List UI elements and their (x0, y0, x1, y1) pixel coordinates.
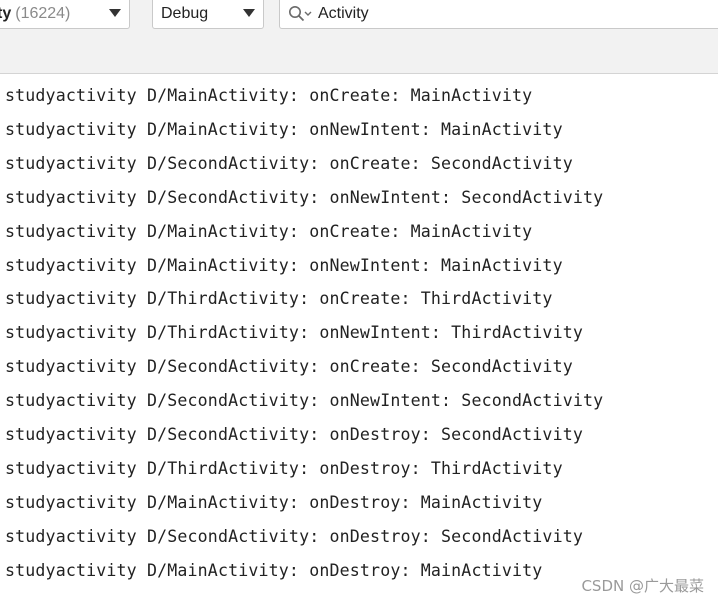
log-output[interactable]: studyactivity D/MainActivity: onCreate: … (0, 75, 718, 604)
search-icon (288, 5, 314, 23)
log-line: studyactivity D/MainActivity: onDestroy:… (5, 492, 543, 512)
log-level-value: Debug (161, 5, 209, 22)
search-field[interactable]: Activity (279, 0, 718, 29)
log-line: studyactivity D/MainActivity: onNewInten… (5, 255, 563, 275)
search-input[interactable]: Activity (318, 5, 369, 23)
log-line: studyactivity D/SecondActivity: onNewInt… (5, 391, 604, 411)
log-line: studyactivity D/SecondActivity: onDestro… (5, 526, 583, 546)
log-line: studyactivity D/SecondActivity: onCreate… (5, 357, 573, 377)
log-line: studyactivity D/SecondActivity: onDestro… (5, 425, 583, 444)
log-line: studyactivity D/MainActivity: onNewInten… (5, 119, 563, 139)
log-level-selector[interactable]: Debug (152, 0, 264, 29)
log-line: studyactivity D/MainActivity: onCreate: … (5, 86, 533, 105)
watermark: CSDN @广大最菜 (581, 577, 704, 595)
log-line: studyactivity D/MainActivity: onDestroy:… (5, 560, 543, 580)
process-selector[interactable]: ty (16224) (0, 0, 130, 29)
log-line: studyactivity D/SecondActivity: onNewInt… (5, 187, 604, 207)
logcat-toolbar: ty (16224) Debug Activity (0, 0, 718, 74)
log-line: studyactivity D/SecondActivity: onCreate… (5, 153, 573, 173)
chevron-down-icon[interactable] (109, 9, 121, 17)
chevron-down-icon[interactable] (243, 9, 255, 17)
process-name: ty (0, 5, 12, 22)
log-line: studyactivity D/ThirdActivity: onCreate:… (5, 289, 553, 309)
process-pid: (16224) (15, 5, 71, 22)
log-line: studyactivity D/ThirdActivity: onDestroy… (5, 458, 563, 478)
log-line: studyactivity D/MainActivity: onCreate: … (5, 221, 533, 241)
log-line: studyactivity D/ThirdActivity: onNewInte… (5, 323, 583, 343)
